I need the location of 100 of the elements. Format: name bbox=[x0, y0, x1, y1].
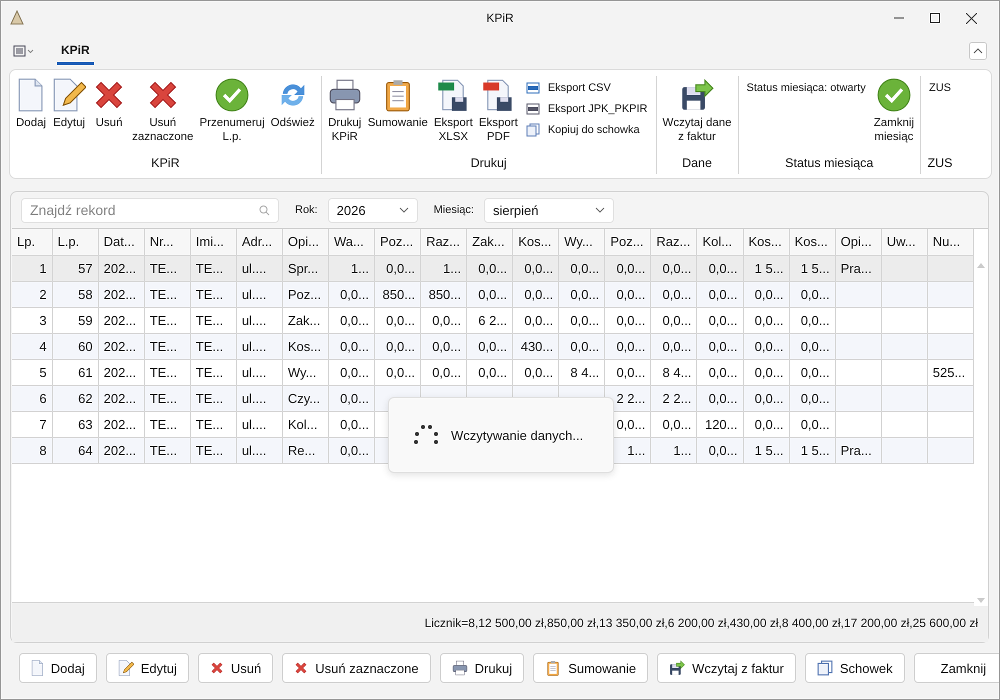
ribbon-button[interactable]: Usuń bbox=[90, 76, 128, 132]
table-cell: 4 bbox=[12, 333, 52, 359]
table-cell: 0,0... bbox=[650, 255, 697, 281]
table-cell: 61 bbox=[52, 359, 98, 385]
table-cell: 6 2... bbox=[466, 307, 513, 333]
ribbon-button[interactable]: Zamknij miesiąc bbox=[872, 76, 916, 146]
month-dropdown[interactable]: sierpień bbox=[484, 198, 614, 222]
table-cell: 0,0... bbox=[789, 281, 836, 307]
column-header[interactable]: Poz... bbox=[604, 229, 651, 255]
column-header[interactable]: Poz... bbox=[374, 229, 421, 255]
table-cell: 0,0... bbox=[696, 437, 743, 463]
import-icon bbox=[669, 660, 686, 676]
table-cell: 1 5... bbox=[743, 255, 790, 281]
table-cell: 0,0... bbox=[743, 359, 790, 385]
column-header[interactable]: Nu... bbox=[927, 229, 974, 255]
table-cell: 64 bbox=[52, 437, 98, 463]
ribbon-button[interactable]: Odśwież bbox=[268, 76, 317, 132]
column-header[interactable]: Kol... bbox=[696, 229, 743, 255]
ribbon-button[interactable]: Eksport PDF bbox=[476, 76, 520, 146]
table-cell: 0,0... bbox=[328, 385, 374, 411]
column-header[interactable]: Raz... bbox=[650, 229, 697, 255]
ribbon-button[interactable]: Kopiuj do schowka bbox=[522, 122, 652, 138]
table-cell: TE... bbox=[144, 411, 190, 437]
table-cell: TE... bbox=[190, 333, 236, 359]
ribbon-button[interactable]: Przenumeruj L.p. bbox=[197, 76, 267, 146]
column-header[interactable]: Nr... bbox=[144, 229, 190, 255]
column-header[interactable]: Zak... bbox=[466, 229, 513, 255]
delete-icon bbox=[294, 661, 308, 675]
table-cell: 0,0... bbox=[374, 333, 421, 359]
table-cell: 0,0... bbox=[420, 359, 467, 385]
table-cell: 1 5... bbox=[789, 255, 836, 281]
column-header[interactable]: Lp. bbox=[12, 229, 52, 255]
table-cell: 0,0... bbox=[743, 281, 790, 307]
action-button[interactable]: Sumowanie bbox=[533, 653, 648, 683]
ribbon-button[interactable]: Eksport XLSX bbox=[432, 76, 475, 146]
column-header[interactable]: Dat... bbox=[98, 229, 144, 255]
ribbon-button[interactable]: Wczytaj dane z faktur bbox=[660, 76, 734, 146]
table-cell: TE... bbox=[144, 437, 190, 463]
table-cell: TE... bbox=[190, 437, 236, 463]
table-cell: Pra... bbox=[835, 437, 882, 463]
column-header[interactable]: Adr... bbox=[236, 229, 282, 255]
ribbon-button[interactable]: Dodaj bbox=[14, 76, 48, 132]
table-cell: TE... bbox=[190, 281, 236, 307]
column-header[interactable]: Uw... bbox=[881, 229, 928, 255]
column-header[interactable]: Kos... bbox=[743, 229, 790, 255]
column-header[interactable]: Imi... bbox=[190, 229, 236, 255]
column-header[interactable]: Kos... bbox=[789, 229, 836, 255]
column-header[interactable]: Wy... bbox=[558, 229, 605, 255]
table-cell: 0,0... bbox=[558, 255, 605, 281]
menu-icon[interactable] bbox=[13, 45, 35, 57]
maximize-icon[interactable] bbox=[930, 12, 940, 22]
column-header[interactable]: Opi... bbox=[835, 229, 882, 255]
ribbon-button[interactable]: Sumowanie bbox=[366, 76, 430, 132]
close-icon[interactable] bbox=[966, 12, 977, 24]
column-header[interactable]: Opi... bbox=[282, 229, 328, 255]
table-cell: 202... bbox=[98, 307, 144, 333]
table-cell: 0,0... bbox=[743, 307, 790, 333]
column-header[interactable]: Wa... bbox=[328, 229, 374, 255]
table-cell: 8 4... bbox=[558, 359, 605, 385]
edit-icon bbox=[52, 78, 86, 112]
table-cell: TE... bbox=[190, 385, 236, 411]
column-header[interactable]: Raz... bbox=[420, 229, 467, 255]
ribbon-button[interactable]: Eksport JPK_PKPIR bbox=[522, 101, 652, 117]
ribbon-button[interactable]: Edytuj bbox=[50, 76, 88, 132]
year-dropdown[interactable]: 2026 bbox=[328, 198, 418, 222]
table-cell: 0,0... bbox=[558, 281, 605, 307]
collapse-ribbon-button[interactable] bbox=[969, 42, 987, 60]
chevron-up-icon bbox=[973, 48, 983, 54]
table-cell: 0,0... bbox=[604, 333, 651, 359]
ribbon-button[interactable]: Drukuj KPiR bbox=[326, 76, 364, 146]
table-cell: TE... bbox=[144, 333, 190, 359]
table-cell: 63 bbox=[52, 411, 98, 437]
column-header[interactable]: Kos... bbox=[512, 229, 559, 255]
chevron-down-icon bbox=[594, 207, 605, 213]
table-cell: TE... bbox=[190, 411, 236, 437]
check-icon bbox=[876, 78, 911, 112]
table-cell: 58 bbox=[52, 281, 98, 307]
ribbon-button[interactable]: Usuń zaznaczone bbox=[130, 76, 196, 146]
window-title: KPiR bbox=[486, 11, 514, 25]
action-button[interactable]: Schowek bbox=[804, 653, 905, 683]
table-cell: Wy... bbox=[282, 359, 328, 385]
copy-icon bbox=[816, 660, 833, 676]
table-cell: ul.... bbox=[236, 437, 282, 463]
action-button[interactable]: Usuń bbox=[198, 653, 274, 683]
search-field[interactable]: Znajdź rekord bbox=[21, 198, 279, 222]
table-cell: Pra... bbox=[835, 255, 882, 281]
table-cell: Re... bbox=[282, 437, 328, 463]
table-cell: 59 bbox=[52, 307, 98, 333]
action-button[interactable]: Zamknij bbox=[914, 653, 999, 683]
table-cell: 0,0... bbox=[696, 281, 743, 307]
ribbon-button[interactable]: Eksport CSV bbox=[522, 80, 652, 96]
action-button[interactable]: Dodaj bbox=[19, 653, 97, 683]
action-button[interactable]: Wczytaj z faktur bbox=[657, 653, 796, 683]
table-cell: 1... bbox=[650, 437, 697, 463]
action-button[interactable]: Edytuj bbox=[106, 653, 189, 683]
table-cell: 0,0... bbox=[374, 359, 421, 385]
action-button[interactable]: Drukuj bbox=[440, 653, 524, 683]
action-button[interactable]: Usuń zaznaczone bbox=[282, 653, 431, 683]
column-header[interactable]: L.p. bbox=[52, 229, 98, 255]
ribbon-tab[interactable]: KPiR bbox=[57, 37, 94, 65]
